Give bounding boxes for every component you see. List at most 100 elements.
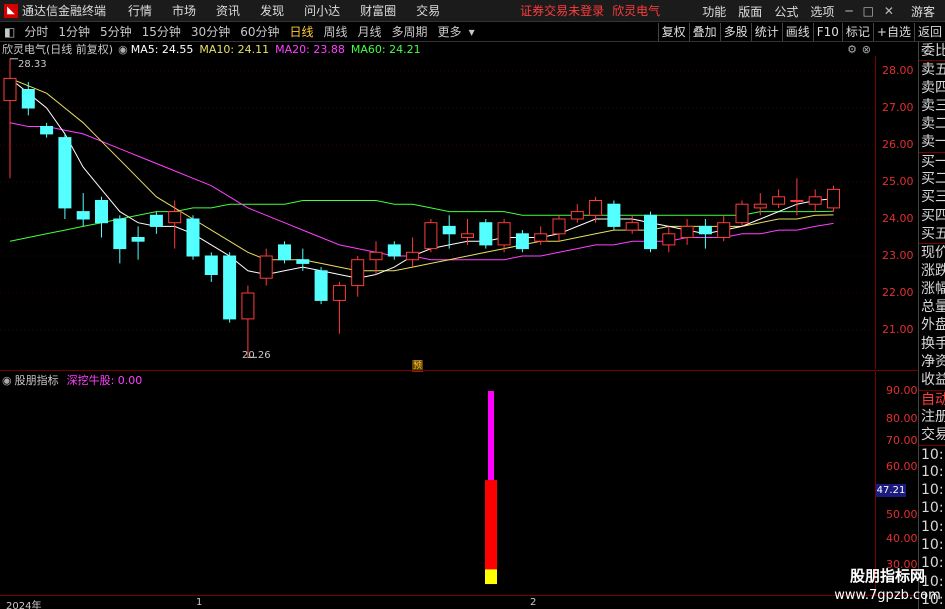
candle-body [95, 200, 108, 224]
trade-login-status[interactable]: 证券交易未登录 [520, 2, 604, 19]
date-axis: 2024年 1 2 [0, 595, 918, 609]
back-button[interactable]: 返回 [913, 23, 945, 41]
period-tab-multi[interactable]: 多周期 [387, 23, 433, 40]
sub-indicator-label: 深挖牛股: 0.00 [66, 374, 143, 387]
candle-body [790, 200, 804, 202]
candle-body [589, 200, 603, 216]
indicator-tick: 90.00 [886, 384, 918, 397]
ma60-label: MA60: 24.21 [350, 42, 421, 56]
panel-divider[interactable] [0, 370, 918, 371]
period-tab-weekly[interactable]: 周线 [319, 23, 353, 40]
candle-body [827, 188, 840, 209]
quote-row: 收益 [921, 372, 945, 389]
add-watchlist-button[interactable]: +自选 [872, 23, 914, 41]
high-price-marker: 28.33 [18, 59, 47, 70]
chart-settings-icon[interactable]: ⚙ [847, 43, 857, 56]
menu-item-trade[interactable]: 交易 [416, 2, 440, 19]
sub-settings-icon[interactable]: ◉ [2, 374, 12, 387]
candle-body [625, 222, 639, 231]
menu-item-news[interactable]: 资讯 [216, 2, 240, 19]
more-dropdown-icon[interactable]: ▾ [467, 25, 477, 39]
period-tab-more[interactable]: 更多 [433, 23, 467, 40]
quote-row: 买二 [921, 171, 945, 188]
menu-item-options[interactable]: 选项 [810, 3, 834, 20]
menu-item-wealth[interactable]: 财富圈 [360, 2, 396, 19]
candle-body [662, 233, 676, 246]
menu-item-discover[interactable]: 发现 [260, 2, 284, 19]
watermark: 股朋指标网 www.7gpzb.com [830, 565, 945, 609]
candle-body [278, 244, 291, 261]
price-tick: 21.00 [882, 323, 914, 336]
overlay-button[interactable]: 叠加 [688, 23, 720, 41]
app-title: 通达信金融终端 [22, 4, 107, 18]
sub-chart-header: ◉ 股朋指标 深挖牛股: 0.00 [0, 373, 875, 388]
candle-body [3, 77, 17, 102]
maximize-icon[interactable]: □ [863, 4, 874, 18]
register-row[interactable]: 注册 [919, 408, 945, 426]
quote-row: 涨跌 [921, 262, 945, 279]
quote-row: 买五 [921, 225, 945, 242]
period-tab-1min[interactable]: 1分钟 [53, 23, 95, 40]
quote-row: 总量 [921, 299, 945, 316]
period-tab-5min[interactable]: 5分钟 [95, 23, 137, 40]
price-axis: 28.00 27.00 26.00 25.00 24.00 23.00 22.0… [875, 56, 918, 369]
candle-body [387, 244, 401, 257]
quote-row: 现价 [919, 243, 945, 261]
candle-body [149, 214, 163, 227]
candlestick-chart[interactable] [0, 56, 875, 369]
quote-row: 外盘 [921, 317, 945, 334]
candle-body [424, 222, 438, 250]
chart-close-icon[interactable]: ⊗ [862, 43, 871, 56]
candle-body [515, 233, 529, 250]
indicator-axis: 90.00 80.00 70.00 60.00 50.00 40.00 30.0… [875, 372, 918, 595]
period-tab-60min[interactable]: 60分钟 [235, 23, 284, 40]
indicator-tick: 80.00 [886, 412, 918, 425]
auto-trade-row[interactable]: 自动 [919, 389, 945, 408]
candle-body [332, 285, 346, 301]
period-tab-15min[interactable]: 15分钟 [137, 23, 186, 40]
date-label: 2 [530, 597, 537, 608]
mark-button[interactable]: 标记 [841, 23, 873, 41]
multi-stock-button[interactable]: 多股 [719, 23, 751, 41]
candle-body [772, 196, 786, 205]
toolbar-collapse-icon[interactable]: ◧ [0, 25, 19, 39]
tick-time-row: 10:18 [921, 518, 945, 535]
draw-line-button[interactable]: 画线 [781, 23, 813, 41]
trade-row[interactable]: 交易 [919, 426, 945, 444]
tick-time-row: 10:19 [921, 537, 945, 554]
quote-row: 卖一 [921, 134, 945, 151]
candle-body [131, 237, 145, 242]
price-tick: 27.00 [882, 101, 914, 114]
menu-item-formula[interactable]: 公式 [774, 3, 798, 20]
candle-body [40, 126, 54, 135]
menu-item-layout[interactable]: 版面 [738, 3, 762, 20]
candle-body [406, 251, 420, 261]
candle-body [314, 270, 328, 301]
menu-item-function[interactable]: 功能 [702, 3, 726, 20]
period-tab-daily[interactable]: 日线 [284, 23, 318, 40]
adjust-button[interactable]: 复权 [657, 23, 689, 41]
ma20-label: MA20: 23.88 [275, 42, 345, 56]
indicator-readout: 47.21 [876, 484, 906, 497]
date-label: 2024年 [6, 601, 42, 609]
low-price-marker: 20.26 [242, 350, 271, 361]
guest-account[interactable]: 游客 [911, 3, 935, 20]
candle-body [808, 196, 822, 205]
indicator-chart[interactable] [0, 388, 875, 595]
quote-panel: 委比 卖五 卖四 卖三 卖二 卖一 买一 买二 买三 买四 买五 现价 涨跌 涨… [918, 42, 945, 609]
statistics-button[interactable]: 统计 [750, 23, 782, 41]
main-chart-header: 欣灵电气(日线 前复权) ◉ MA5: 24.55 MA10: 24.11 MA… [0, 42, 875, 57]
minimize-icon[interactable]: ─ [845, 4, 852, 18]
indicator-bar [485, 480, 497, 570]
period-tab-monthly[interactable]: 月线 [353, 23, 387, 40]
candle-body [369, 251, 383, 261]
menu-item-ask[interactable]: 问小达 [304, 2, 340, 19]
candle-body [479, 222, 493, 246]
period-tab-timeshare[interactable]: 分时 [19, 23, 53, 40]
f10-button[interactable]: F10 [812, 23, 842, 41]
menu-item-markets[interactable]: 市场 [172, 2, 196, 19]
indicator-settings-icon[interactable]: ◉ [118, 43, 128, 56]
menu-item-market[interactable]: 行情 [128, 2, 152, 19]
close-icon[interactable]: ✕ [884, 4, 894, 18]
period-tab-30min[interactable]: 30分钟 [186, 23, 235, 40]
